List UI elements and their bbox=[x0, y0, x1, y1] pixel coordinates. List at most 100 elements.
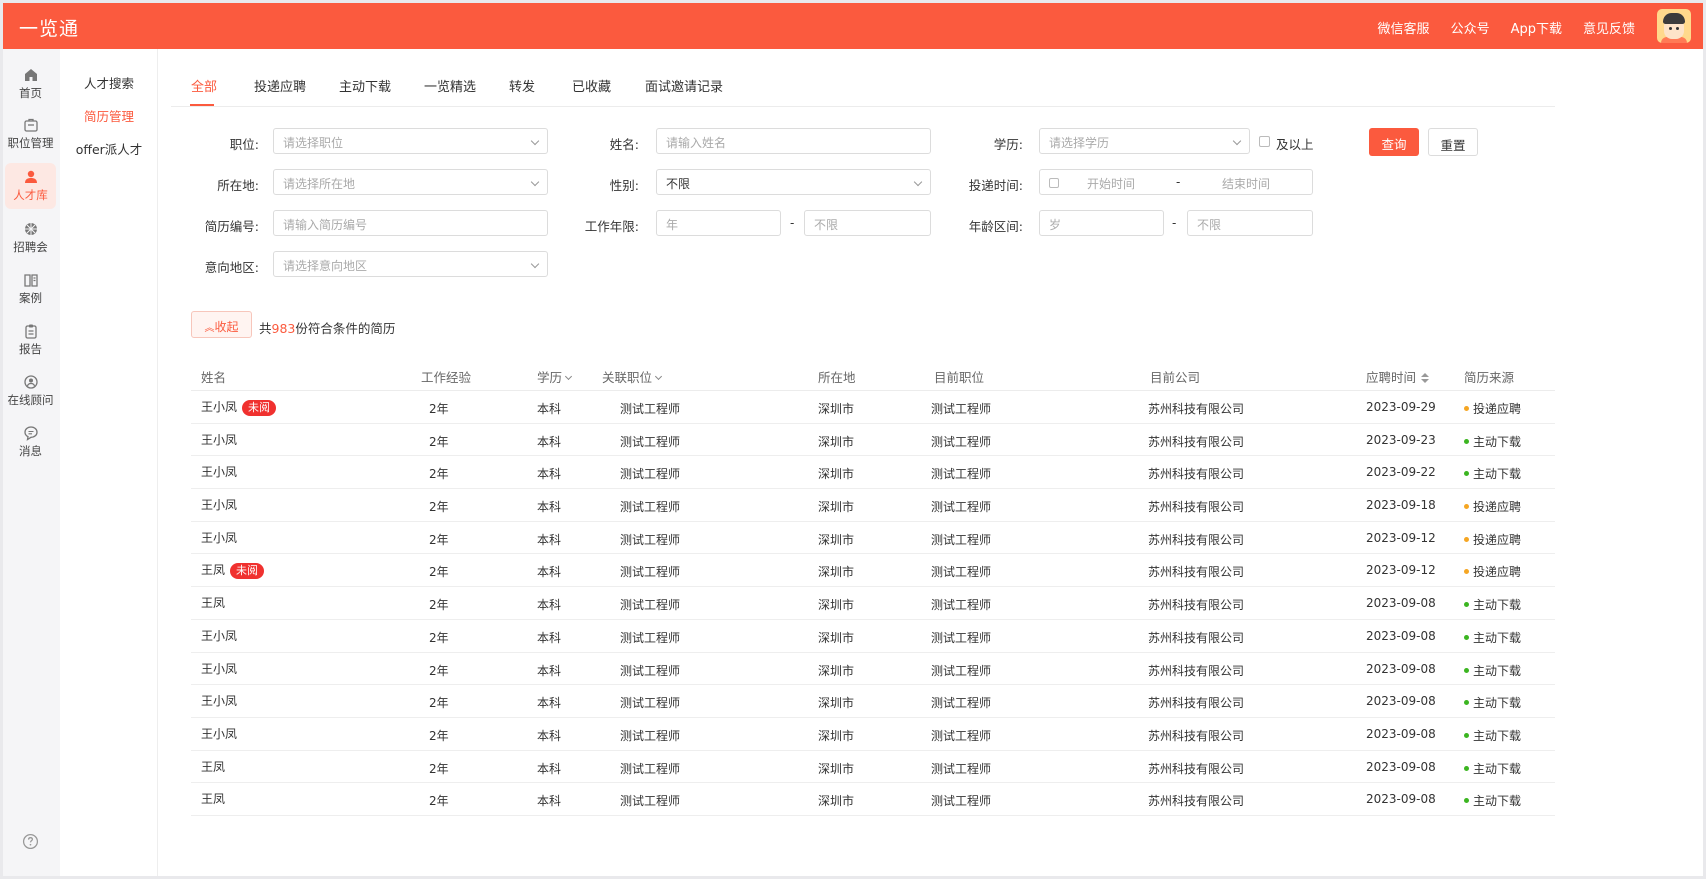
col-apply-time[interactable]: 应聘时间 bbox=[1366, 367, 1430, 386]
help-button[interactable] bbox=[22, 833, 39, 854]
col-related-job[interactable]: 关联职位 bbox=[602, 367, 663, 386]
cell-source: 投递应聘 bbox=[1464, 400, 1521, 417]
table-row[interactable]: 王凤 2年 本科 测试工程师 深圳市 测试工程师 苏州科技有限公司 2023-09-08 主动下… bbox=[191, 783, 1555, 816]
table-row[interactable]: 王凤 未阅 2年 本科 测试工程师 深圳市 测试工程师 苏州科技有限公司 2023-09-12 投… bbox=[191, 554, 1555, 588]
col-education[interactable]: 学历 bbox=[537, 367, 573, 386]
chevron-down-icon bbox=[530, 177, 540, 187]
candidate-name[interactable]: 王小凤 bbox=[201, 498, 237, 512]
cell-city: 深圳市 bbox=[818, 728, 855, 743]
rail-item-home[interactable]: 首页 bbox=[5, 61, 56, 107]
tab-featured[interactable]: 一览精选 bbox=[424, 76, 476, 95]
tab-all[interactable]: 全部 bbox=[191, 76, 217, 95]
chevron-down-icon bbox=[564, 372, 573, 381]
candidate-name[interactable]: 王小凤 bbox=[201, 465, 237, 479]
tab-favorites[interactable]: 已收藏 bbox=[572, 76, 611, 95]
avatar-eye bbox=[1676, 27, 1679, 30]
summary-suffix: 份符合条件的简历 bbox=[295, 321, 396, 336]
avatar-hair bbox=[1663, 13, 1685, 24]
candidate-name[interactable]: 王凤 bbox=[201, 792, 225, 806]
cell-date: 2023-09-08 bbox=[1366, 628, 1436, 643]
rail-item-advisor[interactable]: 在线顾问 bbox=[5, 368, 56, 414]
submenu-item-talent-search[interactable]: 人才搜索 bbox=[60, 73, 158, 92]
rail-item-talent[interactable]: 人才库 bbox=[5, 163, 56, 209]
submenu-item-resume-management[interactable]: 简历管理 bbox=[60, 106, 158, 125]
above-label: 及以上 bbox=[1276, 137, 1314, 152]
cell-edu: 本科 bbox=[537, 663, 562, 678]
apply-time-range[interactable]: 开始时间 - 结束时间 bbox=[1039, 169, 1313, 195]
table-row[interactable]: 王小凤 2年 本科 测试工程师 深圳市 测试工程师 苏州科技有限公司 2023-09-08 主动… bbox=[191, 685, 1555, 718]
candidate-name[interactable]: 王小凤 bbox=[201, 662, 237, 676]
name-input[interactable]: 请输入姓名 bbox=[656, 128, 931, 154]
candidate-name[interactable]: 王凤 bbox=[201, 563, 225, 577]
table-row[interactable]: 王凤 2年 本科 测试工程师 深圳市 测试工程师 苏州科技有限公司 2023-09-08 主动下… bbox=[191, 587, 1555, 620]
cell-edu: 本科 bbox=[537, 630, 562, 645]
age-from[interactable]: 岁 bbox=[1039, 210, 1164, 236]
official-account-link[interactable]: 公众号 bbox=[1451, 18, 1490, 37]
tab-interview-invites[interactable]: 面试邀请记录 bbox=[645, 76, 723, 95]
app-logo[interactable]: 一览通 bbox=[19, 14, 79, 41]
candidate-name[interactable]: 王小凤 bbox=[201, 629, 237, 643]
col-current-company: 目前公司 bbox=[1150, 370, 1201, 385]
candidate-name[interactable]: 王凤 bbox=[201, 760, 225, 774]
feedback-link[interactable]: 意见反馈 bbox=[1583, 18, 1635, 37]
tab-forwarded[interactable]: 转发 bbox=[509, 76, 535, 95]
cell-name: 王小凤 bbox=[201, 692, 237, 709]
table-row[interactable]: 王凤 2年 本科 测试工程师 深圳市 测试工程师 苏州科技有限公司 2023-09-08 主动下… bbox=[191, 751, 1555, 784]
table-row[interactable]: 王小凤 2年 本科 测试工程师 深圳市 测试工程师 苏州科技有限公司 2023-09-23 主动… bbox=[191, 424, 1555, 457]
age-range-separator: - bbox=[1172, 216, 1177, 230]
rail-item-messages[interactable]: 消息 bbox=[5, 419, 56, 465]
table-row[interactable]: 王小凤 2年 本科 测试工程师 深圳市 测试工程师 苏州科技有限公司 2023-09-08 主动… bbox=[191, 620, 1555, 653]
education-select[interactable]: 请选择学历 bbox=[1039, 128, 1250, 154]
candidate-name[interactable]: 王小凤 bbox=[201, 727, 237, 741]
cell-cur-job: 测试工程师 bbox=[931, 565, 992, 580]
intent-region-select[interactable]: 请选择意向地区 bbox=[273, 251, 548, 277]
above-checkbox[interactable] bbox=[1259, 136, 1270, 147]
tab-downloaded[interactable]: 主动下载 bbox=[339, 76, 391, 95]
candidate-name[interactable]: 王小凤 bbox=[201, 531, 237, 545]
source-dot bbox=[1464, 602, 1469, 608]
rail-item-jobs[interactable]: 职位管理 bbox=[5, 111, 56, 157]
table-row[interactable]: 王小凤 2年 本科 测试工程师 深圳市 测试工程师 苏州科技有限公司 2023-09-18 投递… bbox=[191, 489, 1555, 522]
candidate-name[interactable]: 王凤 bbox=[201, 596, 225, 610]
cell-exp: 2年 bbox=[429, 630, 449, 645]
work-years-separator: - bbox=[790, 216, 795, 230]
avatar[interactable] bbox=[1657, 9, 1691, 43]
source-label: 投递应聘 bbox=[1473, 532, 1522, 547]
tab-applications[interactable]: 投递应聘 bbox=[254, 76, 306, 95]
position-select[interactable]: 请选择职位 bbox=[273, 128, 548, 154]
work-years-from[interactable]: 年 bbox=[656, 210, 781, 236]
wechat-service-link[interactable]: 微信客服 bbox=[1378, 18, 1430, 37]
app-download-link[interactable]: App下载 bbox=[1511, 18, 1562, 37]
cell-company: 苏州科技有限公司 bbox=[1148, 728, 1245, 743]
table-body: 王小凤 未阅 2年 本科 测试工程师 深圳市 测试工程师 苏州科技有限公司 2023-09-29… bbox=[191, 391, 1555, 816]
candidate-name[interactable]: 王小凤 bbox=[201, 694, 237, 708]
cell-cur-job: 测试工程师 bbox=[931, 434, 992, 449]
submenu-item-offer-talent[interactable]: offer派人才 bbox=[60, 139, 158, 158]
collapse-button[interactable]: ︽收起 bbox=[191, 311, 252, 338]
resume-no-input[interactable]: 请输入简历编号 bbox=[273, 210, 548, 236]
table-row[interactable]: 王小凤 2年 本科 测试工程师 深圳市 测试工程师 苏州科技有限公司 2023-09-12 投递… bbox=[191, 522, 1555, 555]
top-bar: 一览通 微信客服 公众号 App下载 意见反馈 bbox=[3, 3, 1703, 49]
candidate-name[interactable]: 王小凤 bbox=[201, 433, 237, 447]
age-to[interactable]: 不限 bbox=[1187, 210, 1313, 236]
table-row[interactable]: 王小凤 2年 本科 测试工程师 深圳市 测试工程师 苏州科技有限公司 2023-09-08 主动… bbox=[191, 653, 1555, 686]
source-dot bbox=[1464, 438, 1469, 444]
table-row[interactable]: 王小凤 2年 本科 测试工程师 深圳市 测试工程师 苏州科技有限公司 2023-09-22 主动… bbox=[191, 456, 1555, 490]
cell-date: 2023-09-12 bbox=[1366, 563, 1436, 578]
rail-item-cases[interactable]: 案例 bbox=[5, 266, 56, 312]
cell-source: 主动下载 bbox=[1464, 662, 1521, 679]
rail-item-reports[interactable]: 报告 bbox=[5, 317, 56, 363]
range-separator: - bbox=[1176, 175, 1181, 189]
rail-item-fair[interactable]: 招聘会 bbox=[5, 215, 56, 261]
table-row[interactable]: 王小凤 2年 本科 测试工程师 深圳市 测试工程师 苏州科技有限公司 2023-09-08 主动… bbox=[191, 718, 1555, 751]
work-years-to[interactable]: 不限 bbox=[804, 210, 931, 236]
location-select[interactable]: 请选择所在地 bbox=[273, 169, 548, 195]
cell-exp: 2年 bbox=[429, 532, 449, 547]
candidate-name[interactable]: 王小凤 bbox=[201, 400, 237, 414]
cell-source: 主动下载 bbox=[1464, 465, 1521, 482]
cell-cur-job: 测试工程师 bbox=[931, 630, 992, 645]
reset-button[interactable]: 重置 bbox=[1428, 128, 1478, 156]
query-button[interactable]: 查询 bbox=[1369, 128, 1419, 156]
table-row[interactable]: 王小凤 未阅 2年 本科 测试工程师 深圳市 测试工程师 苏州科技有限公司 2023-09-29… bbox=[191, 391, 1555, 424]
gender-select[interactable]: 不限 bbox=[656, 169, 931, 195]
